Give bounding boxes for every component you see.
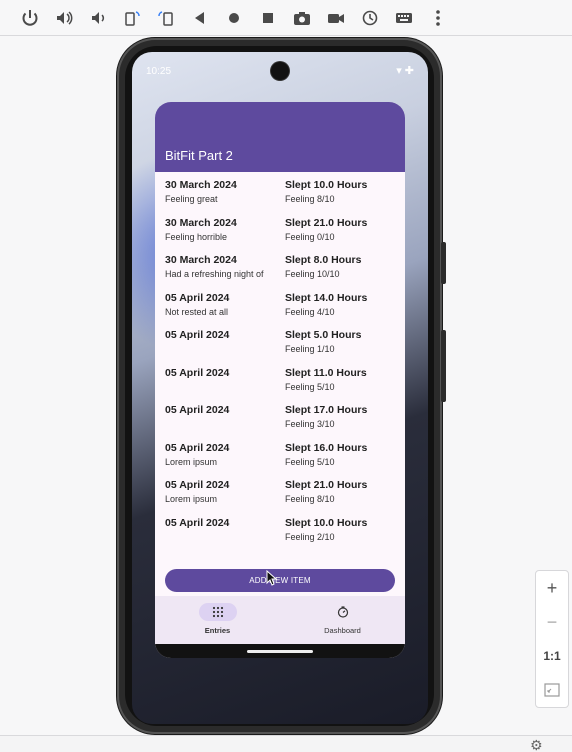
list-item[interactable]: 05 April 2024 Lorem ipsum Slept 16.0 Hour…	[155, 439, 405, 477]
entry-feeling: Feeling 8/10	[285, 194, 335, 204]
entry-feeling: Feeling 1/10	[285, 344, 335, 354]
entry-date: 30 March 2024	[165, 179, 237, 191]
list-item[interactable]: 05 April 2024 Slept 10.0 Hours Feeling 2/…	[155, 514, 405, 552]
entry-feeling: Feeling 2/10	[285, 531, 335, 542]
nav-entries[interactable]: Entries	[155, 596, 280, 644]
rotate-left-icon[interactable]	[115, 0, 149, 36]
entry-date: 05 April 2024	[165, 329, 230, 341]
settings-gear-icon[interactable]: ⚙	[530, 737, 543, 752]
grid-icon	[198, 603, 237, 621]
overview-icon[interactable]	[251, 0, 285, 36]
power-icon[interactable]	[13, 0, 47, 36]
entry-sleep: Slept 10.0 Hours	[285, 516, 368, 529]
emulator-toolbar	[0, 0, 572, 36]
entry-date: 05 April 2024	[165, 479, 230, 491]
entry-feeling: Feeling 0/10	[285, 231, 335, 242]
entries-list[interactable]: 30 March 2024 Feeling great Slept 10.0 Ho…	[155, 172, 405, 551]
zoom-fit-button[interactable]	[536, 673, 568, 707]
app-title: BitFit Part 2	[165, 148, 233, 163]
entry-note: Had a refreshing night of	[165, 269, 264, 279]
entry-date: 05 April 2024	[165, 366, 230, 379]
home-icon[interactable]	[217, 0, 251, 36]
wifi-icon: ▾	[396, 65, 402, 77]
entry-feeling: Feeling 3/10	[285, 419, 335, 429]
status-icons: ▾ ✚	[396, 64, 414, 77]
zoom-controls: + − 1:1	[535, 570, 569, 708]
record-video-icon[interactable]	[319, 0, 353, 36]
entry-feeling: Feeling 5/10	[285, 456, 335, 467]
volume-up-icon[interactable]	[47, 0, 81, 36]
app-window: BitFit Part 2 30 March 2024 Feeling great…	[155, 102, 405, 658]
app-bar: BitFit Part 2	[155, 102, 405, 172]
back-icon[interactable]	[183, 0, 217, 36]
entry-date: 30 March 2024	[165, 254, 237, 266]
entry-sleep: Slept 17.0 Hours	[285, 404, 368, 416]
volume-down-icon[interactable]	[81, 0, 115, 36]
entry-date: 05 April 2024	[165, 404, 230, 416]
entry-feeling: Feeling 4/10	[285, 306, 335, 317]
list-item[interactable]: 05 April 2024 Slept 17.0 Hours Feeling 3/…	[155, 401, 405, 439]
entry-note: Lorem ipsum	[165, 456, 218, 467]
entry-sleep: Slept 14.0 Hours	[285, 291, 368, 304]
zoom-in-button[interactable]: +	[536, 571, 568, 605]
list-item[interactable]: 05 April 2024 Slept 11.0 Hours Feeling 5/…	[155, 364, 405, 402]
list-item[interactable]: 05 April 2024 Lorem ipsum Slept 21.0 Hour…	[155, 476, 405, 514]
entry-note: Feeling great	[165, 194, 218, 204]
nav-entries-label: Entries	[204, 626, 231, 635]
gesture-home-bar[interactable]	[247, 650, 313, 653]
entry-sleep: Slept 11.0 Hours	[285, 366, 367, 379]
entry-note: Feeling horrible	[165, 231, 228, 242]
entry-feeling: Feeling 10/10	[285, 269, 340, 279]
entry-sleep: Slept 10.0 Hours	[285, 179, 368, 191]
entry-date: 05 April 2024	[165, 516, 230, 529]
entry-sleep: Slept 21.0 Hours	[285, 479, 368, 491]
volume-side-button	[441, 242, 446, 284]
entry-note: Not rested at all	[165, 306, 229, 317]
front-camera	[271, 62, 289, 80]
more-options-icon[interactable]	[421, 0, 455, 36]
entry-feeling: Feeling 5/10	[285, 381, 335, 392]
rotate-right-icon[interactable]	[149, 0, 183, 36]
snapshot-icon[interactable]	[353, 0, 387, 36]
entry-date: 30 March 2024	[165, 216, 237, 229]
status-bar-bottom	[0, 735, 572, 752]
keyboard-icon[interactable]	[387, 0, 421, 36]
entry-feeling: Feeling 8/10	[285, 494, 335, 504]
nav-dashboard-label: Dashboard	[324, 626, 361, 635]
zoom-actual-size-button[interactable]: 1:1	[536, 639, 568, 673]
list-item[interactable]: 05 April 2024 Slept 5.0 Hours Feeling 1/1…	[155, 326, 405, 364]
timer-icon	[324, 603, 362, 621]
entry-sleep: Slept 21.0 Hours	[285, 216, 368, 229]
power-side-button	[441, 330, 446, 402]
mouse-cursor-icon	[266, 570, 278, 586]
entry-note: Lorem ipsum	[165, 494, 218, 504]
entry-sleep: Slept 5.0 Hours	[285, 329, 362, 341]
entry-sleep: Slept 16.0 Hours	[285, 441, 368, 454]
entry-date: 05 April 2024	[165, 291, 230, 304]
screenshot-icon[interactable]	[285, 0, 319, 36]
list-item[interactable]: 30 March 2024 Feeling horrible Slept 21.0…	[155, 214, 405, 252]
entry-sleep: Slept 8.0 Hours	[285, 254, 362, 266]
list-item[interactable]: 05 April 2024 Not rested at all Slept 14.…	[155, 289, 405, 327]
nav-dashboard[interactable]: Dashboard	[280, 596, 405, 644]
fit-screen-icon	[544, 683, 560, 697]
zoom-out-button[interactable]: −	[536, 605, 568, 639]
entry-date: 05 April 2024	[165, 441, 230, 454]
add-new-item-button[interactable]: ADD NEW ITEM	[165, 569, 395, 592]
status-time: 10:25	[146, 66, 172, 77]
list-item[interactable]: 30 March 2024 Feeling great Slept 10.0 Ho…	[155, 176, 405, 214]
bottom-navigation: Entries Dashboard	[155, 596, 405, 644]
list-item[interactable]: 30 March 2024 Had a refreshing night of S…	[155, 251, 405, 289]
battery-icon: ✚	[404, 65, 414, 77]
